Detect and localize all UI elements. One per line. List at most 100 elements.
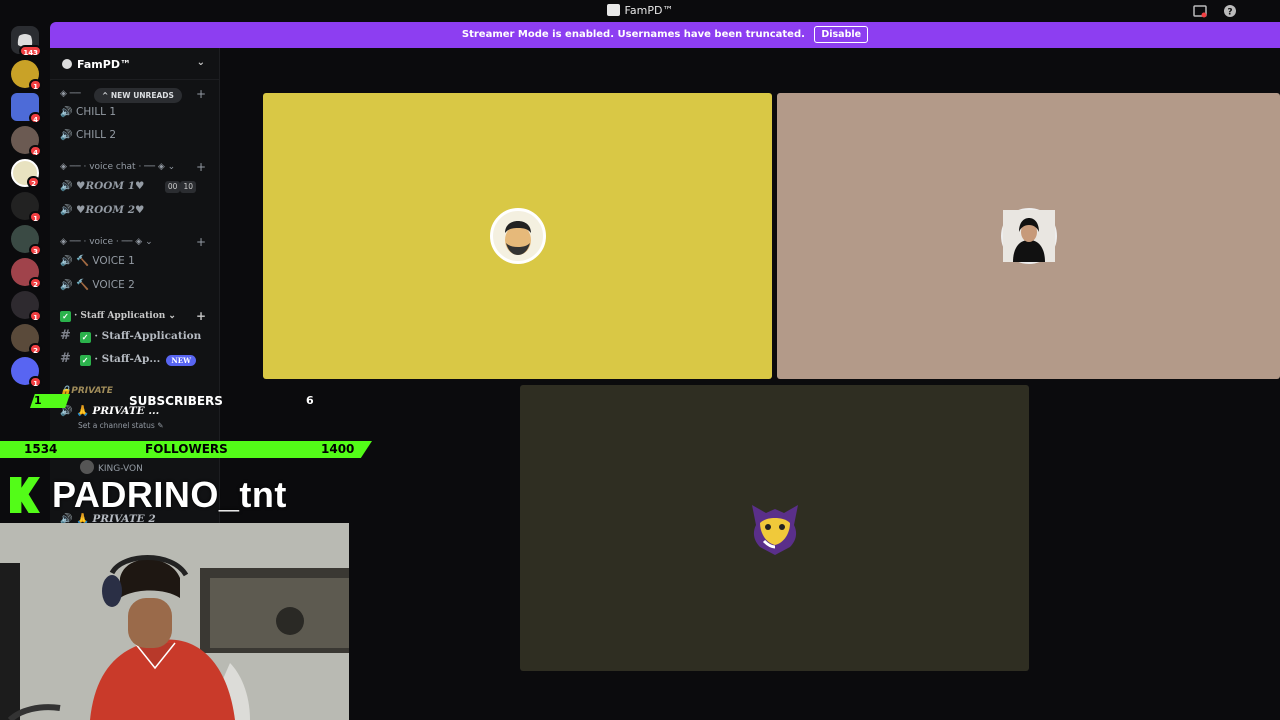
channel-staff-ap[interactable]: # ✓ · Staff-Ap... NEW	[60, 349, 210, 369]
webcam-feed	[0, 523, 349, 720]
mention-badge: 1	[29, 376, 42, 388]
server-icon[interactable]: 1	[11, 291, 42, 322]
diamond-icon: ◈ ──	[60, 89, 81, 99]
subscribers-goal: 6	[306, 394, 314, 407]
server-badge-icon	[62, 59, 72, 69]
channel-label: VOICE 1	[92, 255, 135, 267]
diamond-icon: · ── ◈ ⌄	[135, 162, 176, 172]
add-channel-icon[interactable]: +	[196, 160, 206, 174]
speaker-icon: 🔊	[60, 256, 73, 267]
mention-badge: 4	[29, 112, 42, 124]
participant-tile[interactable]	[520, 385, 1029, 671]
pencil-icon: ✎	[157, 421, 164, 430]
voice-call-stage	[220, 48, 1280, 720]
server-icon[interactable]: 1	[11, 357, 42, 388]
inbox-icon[interactable]	[1193, 4, 1207, 18]
title-bar: FamPD™ ?	[0, 0, 1280, 22]
category-label: voice chat	[89, 162, 136, 172]
participant-tile[interactable]	[777, 93, 1280, 379]
channel-voice-2[interactable]: 🔊 🔨 VOICE 2	[60, 275, 210, 295]
followers-goal-bar: 1534 FOLLOWERS 1400	[0, 441, 372, 458]
mention-badge: 1	[29, 79, 42, 91]
channel-label: ♥ROOM 2♥	[76, 204, 145, 216]
avatar	[1000, 208, 1057, 264]
channel-label: ♥ROOM 1♥	[76, 180, 145, 192]
avatar	[489, 208, 546, 264]
new-unreads-pill[interactable]: ^ NEW UNREADS	[94, 88, 182, 103]
server-icon[interactable]: 4	[11, 126, 42, 157]
participant-tile[interactable]	[263, 93, 772, 379]
channel-label: · Staff-Application	[94, 330, 202, 342]
disable-streamer-mode-button[interactable]: Disable	[814, 26, 869, 43]
channel-room-2[interactable]: 🔊 ♥ROOM 2♥	[60, 200, 210, 220]
hash-icon: #	[60, 351, 71, 366]
streamer-name: PADRINO_tnt	[52, 474, 287, 515]
server-icon[interactable]: 2	[11, 324, 42, 355]
channel-status[interactable]: Set a channel status ✎	[78, 421, 163, 430]
channel-label: · Staff-Ap...	[94, 353, 161, 365]
server-icon[interactable]: 1	[11, 192, 42, 223]
add-channel-icon[interactable]: +	[196, 309, 206, 323]
checkbox-icon: ✓	[60, 311, 71, 322]
subscribers-goal-bar: 1 SUBSCRIBERS 6	[0, 394, 330, 410]
mention-badge: 1	[29, 211, 42, 223]
app-icon	[606, 4, 620, 16]
avatar	[744, 497, 806, 559]
hammer-icon: 🔨	[76, 255, 93, 267]
mention-badge: 2	[29, 277, 42, 289]
channel-chill-1[interactable]: 🔊 CHILL 1	[60, 102, 210, 122]
category-label: voice	[89, 237, 114, 247]
server-header[interactable]: FamPD™ ⌄	[50, 48, 219, 80]
user-count-pill: 00	[164, 181, 181, 193]
server-icon[interactable]: 3	[11, 225, 42, 256]
category-label: Staff Application	[80, 311, 166, 321]
banner-message: Streamer Mode is enabled. Usernames have…	[461, 29, 805, 40]
channel-voice-1[interactable]: 🔊 🔨 VOICE 1	[60, 251, 210, 271]
mention-badge: 2	[29, 343, 42, 355]
channel-label: CHILL 1	[76, 106, 117, 118]
checkbox-icon: ✓	[79, 355, 91, 366]
followers-label: FOLLOWERS	[145, 442, 228, 456]
server-icon[interactable]: 2	[11, 159, 40, 188]
followers-count: 1534	[24, 442, 58, 456]
category-voice[interactable]: ◈ ── · voice · ── ◈ ⌄ +	[60, 235, 210, 249]
followers-goal: 1400	[321, 442, 355, 456]
checkbox-icon: ✓	[79, 332, 91, 343]
mention-badge: 2	[27, 176, 40, 188]
channel-chill-2[interactable]: 🔊 CHILL 2	[60, 125, 210, 145]
server-icon[interactable]: 1	[11, 60, 42, 91]
new-unreads-label: NEW UNREADS	[110, 91, 174, 100]
diamond-icon: ◈ ── ·	[60, 237, 90, 247]
category-staff[interactable]: ✓ · Staff Application ⌄ +	[60, 309, 210, 323]
user-limit-pill: 10	[180, 181, 196, 193]
avatar	[80, 460, 94, 474]
help-icon[interactable]: ?	[1223, 4, 1237, 18]
server-icon[interactable]: 4	[11, 93, 42, 124]
add-channel-icon[interactable]: +	[196, 235, 206, 249]
direct-messages-button[interactable]: 143	[11, 26, 42, 57]
channel-staff-application[interactable]: # ✓ · Staff-Application	[60, 326, 210, 346]
subscribers-label: SUBSCRIBERS	[129, 394, 223, 408]
diamond-icon: · ── ◈ ⌄	[113, 237, 153, 247]
speaker-icon: 🔊	[60, 280, 73, 291]
server-icon[interactable]: 2	[11, 258, 42, 289]
hash-icon: #	[60, 328, 71, 343]
member-name: KING-VON	[98, 464, 143, 474]
speaker-icon: 🔊	[60, 107, 73, 118]
category-voice-chat[interactable]: ◈ ── · voice chat · ── ◈ ⌄ +	[60, 160, 210, 174]
webcam-person-image	[0, 523, 349, 720]
diamond-icon: ◈ ── ·	[60, 162, 90, 172]
mention-badge: 4	[29, 145, 42, 157]
window-title-text: FamPD™	[624, 4, 674, 17]
mention-badge: 143	[19, 45, 42, 57]
mention-badge: 3	[29, 244, 42, 256]
speaker-icon: 🔊	[60, 130, 73, 141]
mention-badge: 1	[29, 310, 42, 322]
speaker-icon: 🔊	[60, 181, 73, 192]
add-channel-icon[interactable]: +	[196, 87, 206, 101]
new-badge: NEW	[166, 355, 196, 366]
window-title: FamPD™	[0, 4, 1280, 17]
chevron-down-icon: ⌄	[196, 57, 205, 68]
channel-room-1[interactable]: 🔊 ♥ROOM 1♥ 00 10	[60, 176, 210, 196]
channel-label: VOICE 2	[92, 279, 135, 291]
